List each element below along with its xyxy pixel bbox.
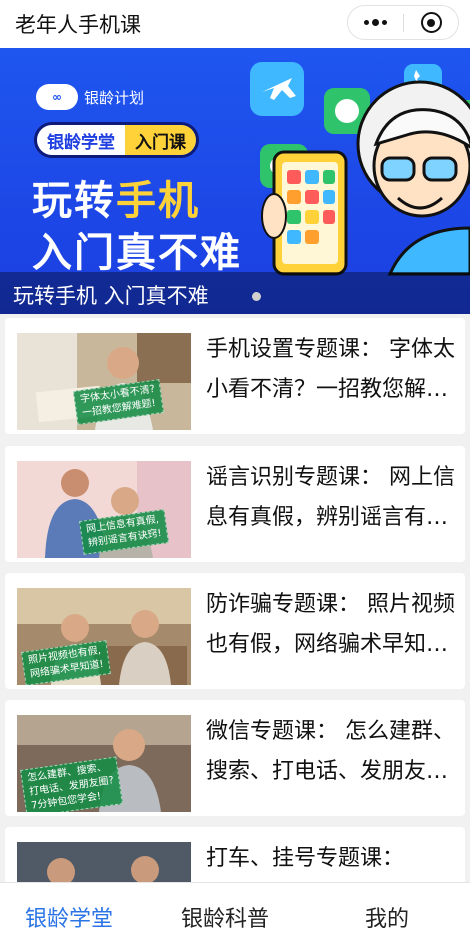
tab-yinling-xuetang[interactable]: 银龄学堂 bbox=[25, 901, 113, 933]
course-title: 微信专题课： 怎么建群、搜索、打电话、发朋友圈？ bbox=[206, 719, 455, 784]
top-bar: 老年人手机课 bbox=[0, 0, 470, 48]
bottom-tab-bar: 银龄学堂 银龄科普 我的 bbox=[0, 882, 470, 945]
banner-headline-1: 玩转手机 bbox=[32, 168, 200, 226]
course-title: 手机设置专题课： 字体太小看不清？一招教您解难题！ bbox=[206, 337, 455, 402]
course-card[interactable]: 网上信息有真假, 辨别谣言有诀窍! 谣言识别专题课： 网上信息有真假，辨别谣言有… bbox=[5, 446, 465, 562]
tab-yinling-kepu[interactable]: 银龄科普 bbox=[181, 901, 269, 933]
course-title: 打车、挂号专题课： bbox=[206, 846, 405, 871]
tab-mine[interactable]: 我的 bbox=[365, 901, 409, 933]
page-title: 老年人手机课 bbox=[15, 13, 141, 37]
hero-banner[interactable]: ∞ 银龄计划 银龄学堂 入门课 玩转手机 入门真不难 玩转手机 入门真不难 bbox=[0, 48, 470, 314]
course-card[interactable]: 照片视频也有假, 网络骗术早知道! 防诈骗专题课： 照片视频也有假，网络骗术早知… bbox=[5, 573, 465, 689]
course-card[interactable]: 怎么建群、搜索、 打电话、发朋友圈? 7分钟包您学会! 微信专题课： 怎么建群、… bbox=[5, 700, 465, 816]
course-thumbnail: 网上信息有真假, 辨别谣言有诀窍! bbox=[17, 461, 191, 558]
headline-part: 玩转 bbox=[32, 178, 116, 224]
course-title: 谣言识别专题课： 网上信息有真假，辨别谣言有诀窍！ bbox=[206, 465, 455, 530]
close-mini-program-button[interactable] bbox=[404, 6, 458, 39]
target-close-icon bbox=[420, 12, 442, 33]
tag-primary: 银龄学堂 bbox=[37, 125, 125, 155]
headline-highlight: 手机 bbox=[116, 178, 200, 224]
course-title: 防诈骗专题课： 照片视频也有假，网络骗术早知道！ bbox=[206, 592, 455, 657]
more-dots-icon[interactable] bbox=[348, 6, 403, 39]
banner-caption: 玩转手机 入门真不难 bbox=[13, 284, 209, 308]
banner-illustration bbox=[250, 62, 470, 276]
course-thumbnail: 怎么建群、搜索、 打电话、发朋友圈? 7分钟包您学会! bbox=[17, 715, 191, 812]
carousel-indicator[interactable] bbox=[252, 292, 261, 301]
yinling-logo: ∞ 银龄计划 bbox=[36, 84, 144, 110]
course-thumbnail: 照片视频也有假, 网络骗术早知道! bbox=[17, 588, 191, 685]
course-thumbnail: 字体太小看不清? 一招教您解难题! bbox=[17, 333, 191, 430]
banner-headline-2: 入门真不难 bbox=[32, 230, 242, 276]
course-card[interactable]: 字体太小看不清? 一招教您解难题! 手机设置专题课： 字体太小看不清？一招教您解… bbox=[5, 318, 465, 434]
banner-tags: 银龄学堂 入门课 bbox=[34, 122, 199, 158]
mini-program-capsule bbox=[347, 5, 459, 40]
tag-secondary: 入门课 bbox=[125, 125, 196, 155]
elders-logo-icon: ∞ bbox=[36, 84, 78, 110]
logo-text: 银龄计划 bbox=[84, 88, 145, 107]
